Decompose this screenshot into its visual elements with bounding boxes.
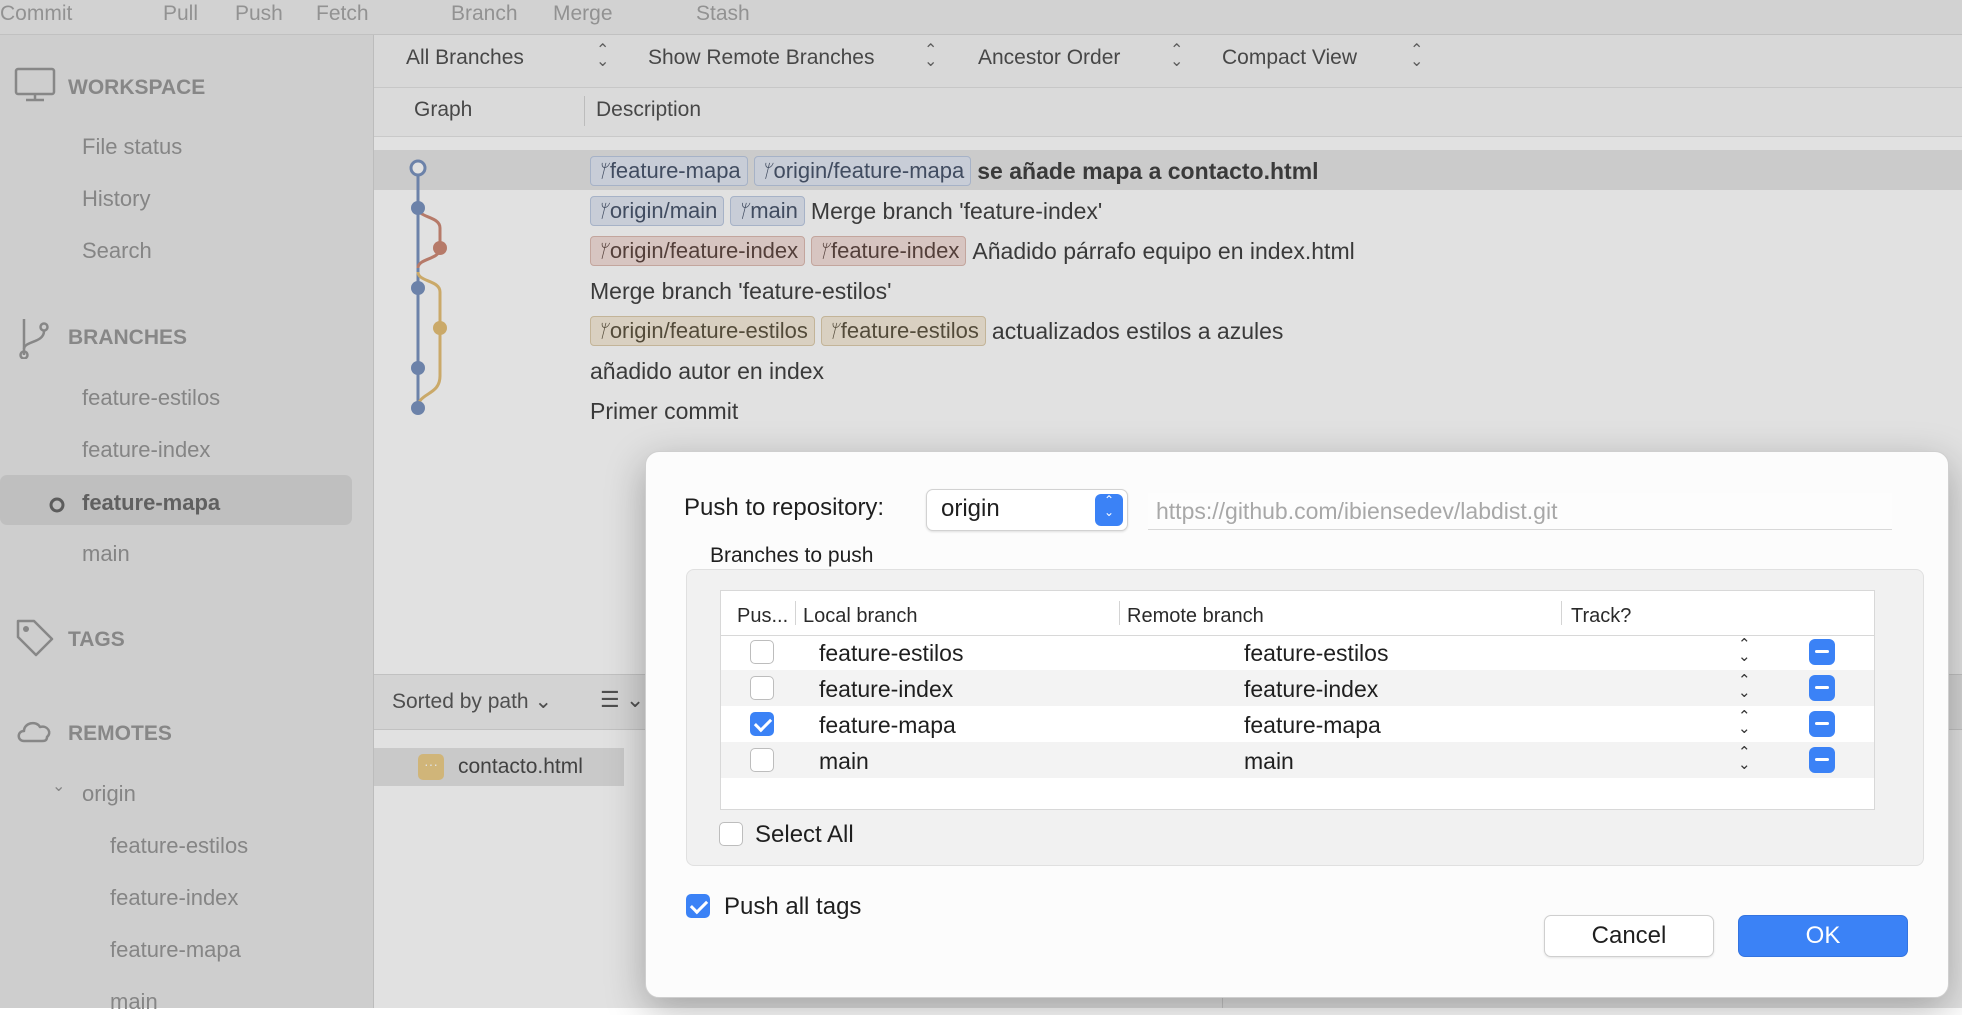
- local-branch-name: main: [819, 748, 869, 774]
- updown-icon[interactable]: ⌃ ⌄: [1738, 709, 1751, 736]
- remote-branch-select[interactable]: feature-mapa: [1244, 712, 1381, 739]
- ok-button[interactable]: OK: [1738, 915, 1908, 957]
- remote-branch-select[interactable]: main: [1244, 748, 1294, 775]
- cancel-button[interactable]: Cancel: [1544, 915, 1714, 957]
- select-all-checkbox[interactable]: [719, 822, 743, 846]
- updown-icon[interactable]: ⌃ ⌄: [1738, 637, 1751, 664]
- track-toggle[interactable]: [1809, 675, 1835, 701]
- track-column-header[interactable]: Track?: [1571, 605, 1631, 628]
- push-checkbox[interactable]: [750, 712, 774, 736]
- push-dialog: Push to repository: origin ⌃ ⌄ https://gi…: [645, 451, 1949, 998]
- local-branch-column-header[interactable]: Local branch: [803, 605, 918, 628]
- track-toggle[interactable]: [1809, 747, 1835, 773]
- repository-url-field[interactable]: https://github.com/ibiensedev/labdist.gi…: [1148, 493, 1892, 530]
- column-separator: [795, 601, 796, 625]
- local-branch-name: feature-mapa: [819, 712, 956, 738]
- remote-branch-column-header[interactable]: Remote branch: [1127, 605, 1264, 628]
- remote-branch-select[interactable]: feature-estilos: [1244, 640, 1388, 667]
- column-separator: [1119, 601, 1120, 625]
- branch-row: feature-mapa feature-mapa ⌃ ⌄: [721, 706, 1874, 742]
- remote-branch-select[interactable]: feature-index: [1244, 676, 1378, 703]
- branch-row: feature-estilos feature-estilos ⌃ ⌄: [721, 634, 1874, 670]
- push-to-repository-label: Push to repository:: [684, 494, 885, 521]
- updown-icon[interactable]: ⌃ ⌄: [1738, 673, 1751, 700]
- push-column-header[interactable]: Pus...: [737, 605, 788, 628]
- track-toggle[interactable]: [1809, 711, 1835, 737]
- repository-url-text: https://github.com/ibiensedev/labdist.gi…: [1156, 498, 1558, 524]
- branch-row: feature-index feature-index ⌃ ⌄: [721, 670, 1874, 706]
- branches-to-push-title: Branches to push: [710, 544, 874, 567]
- repository-select[interactable]: origin ⌃ ⌄: [926, 489, 1128, 531]
- branches-group: Pus... Local branch Remote branch Track?…: [686, 569, 1924, 866]
- track-toggle[interactable]: [1809, 639, 1835, 665]
- branches-table: Pus... Local branch Remote branch Track?…: [720, 590, 1875, 810]
- push-checkbox[interactable]: [750, 640, 774, 664]
- updown-icon: ⌃ ⌄: [1095, 494, 1123, 526]
- push-checkbox[interactable]: [750, 748, 774, 772]
- repository-select-value: origin: [941, 495, 1000, 522]
- branch-row: main main ⌃ ⌄: [721, 742, 1874, 778]
- select-all-label: Select All: [755, 821, 854, 848]
- push-checkbox[interactable]: [750, 676, 774, 700]
- local-branch-name: feature-estilos: [819, 640, 964, 666]
- updown-icon[interactable]: ⌃ ⌄: [1738, 745, 1751, 772]
- column-separator: [1561, 601, 1562, 625]
- branches-table-header: Pus... Local branch Remote branch Track?: [721, 591, 1874, 636]
- push-all-tags-label: Push all tags: [724, 893, 862, 920]
- push-all-tags-checkbox[interactable]: [686, 894, 710, 918]
- local-branch-name: feature-index: [819, 676, 954, 702]
